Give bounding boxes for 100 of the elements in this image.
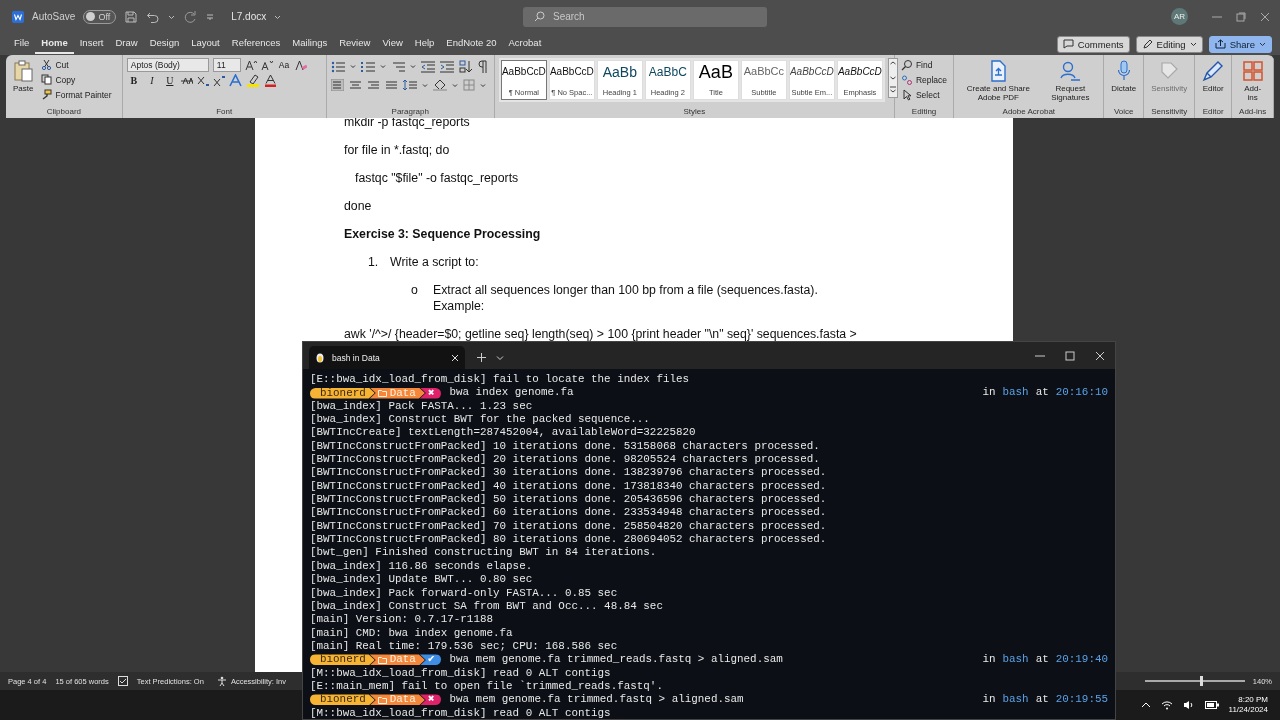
prompt-user: bionerd	[310, 694, 375, 706]
terminal-line: [main] CMD: bwa index genome.fa	[310, 626, 514, 640]
terminal-line: [BWTIncConstructFromPacked] 10 iterations done. 53158068 characters processed.	[310, 439, 821, 454]
terminal-line: [bwa_index] 116.86 seconds elapse.	[310, 559, 534, 574]
font-name-field[interactable]: Aptos (Body)	[126, 58, 209, 72]
group-label: Add-ins	[1238, 107, 1268, 118]
ribbon-tab[interactable]: EndNote 20	[440, 34, 503, 54]
paragraph: for file in *.fastq; do	[344, 142, 451, 158]
ribbon-tab[interactable]: Mailings	[286, 34, 334, 54]
italic-button[interactable]: I	[144, 75, 159, 86]
clock-date[interactable]: 11/24/2024	[1228, 705, 1268, 716]
prompt-directory: Data	[369, 387, 425, 399]
group-label: Paragraph	[390, 107, 430, 118]
clock-time[interactable]: 8:20 PM	[1238, 694, 1268, 705]
prompt-info: 20:19:40	[1055, 653, 1108, 667]
terminal-line: [BWTIncCreate] textLength=287452004, availableWord=32225820	[310, 426, 697, 440]
dictate-button[interactable]: Dictate	[1108, 58, 1140, 107]
terminal-line: [bwa_index] Pack forward-only FASTA... 0.85 sec	[310, 586, 619, 600]
terminal-line: [BWTIncConstructFromPacked] 40 iterations done. 173818340 characters processed.	[310, 479, 828, 494]
prompt-info: in	[982, 693, 996, 707]
select-button[interactable]: Select	[898, 88, 950, 102]
list-marker: o	[411, 282, 419, 299]
prompt-info: in	[982, 653, 996, 667]
prompt-status: ✔	[419, 654, 442, 666]
ribbon-tab[interactable]: Review	[333, 34, 377, 54]
find-button[interactable]: Find	[898, 58, 950, 72]
paragraph: fastqc "$file" -o fastqc_reports	[354, 170, 520, 186]
terminal-command: bwa mem genome.fa trimmed.fastq > aligned.sam	[449, 693, 744, 707]
document-name[interactable]: L7.docx	[231, 11, 267, 22]
list-item: Extract all sequences longer than 100 bp from a file (sequences.fasta). Example:	[433, 282, 819, 314]
prompt-status: ✖	[419, 694, 442, 706]
autosave-toggle[interactable]: Off	[83, 9, 117, 24]
ribbon-tab[interactable]: References	[225, 34, 287, 54]
format-painter-button[interactable]: Format Painter	[39, 88, 114, 101]
group-label: Clipboard	[45, 107, 82, 118]
bold-button[interactable]: B	[126, 75, 141, 86]
ribbon-tab[interactable]: Design	[143, 34, 186, 54]
create-pdf-button[interactable]: Create and Share Adobe PDF	[958, 58, 1039, 107]
user-avatar[interactable]: AR	[1171, 8, 1188, 25]
paragraph: done	[344, 198, 373, 214]
terminal-command: bwa mem genome.fa trimmed_reads.fastq > aligned.sam	[449, 653, 783, 667]
group-label: Sensitivity	[1150, 107, 1189, 118]
group-label: Editing	[910, 107, 938, 118]
paragraph: mkdir -p fastqc_reports	[344, 118, 471, 130]
paste-button[interactable]: Paste	[10, 58, 37, 107]
group-label: Voice	[1112, 107, 1135, 118]
autosave-label: AutoSave	[32, 11, 76, 22]
terminal-line: [E::main_mem] fail to open file `trimmed_reads.fastq'.	[310, 679, 664, 694]
terminal-line: [bwt_gen] Finished constructing BWT in 84 iterations.	[310, 546, 658, 560]
ribbon-tab[interactable]: Acrobat	[502, 34, 548, 54]
terminal-line: [bwa_index] Pack FASTA... 1.23 sec	[310, 399, 534, 414]
prompt-info: 20:16:10	[1055, 386, 1108, 400]
request-signatures-button[interactable]: Request Signatures	[1041, 58, 1100, 107]
prompt-info: bash	[1002, 386, 1029, 400]
ribbon-tab[interactable]: Layout	[185, 34, 226, 54]
ribbon-tab[interactable]: View	[376, 34, 409, 54]
editing-mode-button[interactable]: Editing	[1135, 35, 1203, 53]
replace-button[interactable]: Replace	[898, 73, 950, 87]
ribbon-tab[interactable]: Help	[408, 34, 441, 54]
add-ins-button[interactable]: Add-ins	[1236, 58, 1269, 107]
section-heading: Exercise 3: Sequence Processing	[344, 226, 542, 242]
list-marker: 1.	[368, 254, 380, 270]
prompt-status: ✖	[419, 387, 442, 399]
prompt-info: bash	[1002, 693, 1029, 707]
cut-button[interactable]: Cut	[39, 58, 114, 71]
ribbon-tab[interactable]: Insert	[73, 34, 110, 54]
search-field[interactable]: Search	[523, 6, 767, 27]
prompt-info: 20:19:55	[1055, 693, 1108, 707]
terminal-line: [BWTIncConstructFromPacked] 20 iterations done. 98205524 characters processed.	[310, 453, 821, 467]
change-case-button[interactable]: Aa	[276, 59, 292, 71]
copy-button[interactable]: Copy	[39, 73, 114, 86]
share-button[interactable]: Share	[1208, 35, 1272, 53]
prompt-info: bash	[1002, 653, 1029, 667]
group-label: Adobe Acrobat	[1001, 107, 1057, 118]
font-size-field[interactable]: 11	[212, 58, 241, 72]
group-label: Font	[215, 107, 234, 118]
terminal-line: [BWTIncConstructFromPacked] 60 iterations done. 233534948 characters processed.	[310, 506, 828, 520]
paragraph: awk '/^>/ {header=$0; getline seq} length(seq) > 100 {print header "\n" seq}' sequences.fasta >	[344, 326, 858, 342]
terminal-line: [M::bwa_idx_load_from_disk] read 0 ALT contigs	[310, 666, 612, 680]
terminal-line: [BWTIncConstructFromPacked] 50 iterations done. 205436596 characters processed.	[310, 493, 828, 507]
prompt-user: bionerd	[310, 654, 375, 666]
terminal-command: bwa index genome.fa	[449, 386, 574, 400]
editor-button[interactable]: Editor	[1199, 58, 1228, 107]
terminal-line: [bwa_index] Construct BWT for the packed sequence...	[310, 413, 651, 427]
terminal-line: [M::bwa_idx_load_from_disk] read 0 ALT contigs	[310, 706, 612, 720]
terminal-line: [bwa_index] Construct SA from BWT and Occ... 48.84 sec	[310, 599, 664, 614]
terminal-line: [BWTIncConstructFromPacked] 80 iterations done. 280694052 characters processed.	[310, 533, 828, 547]
ribbon-tab[interactable]: File	[8, 34, 36, 54]
comments-button[interactable]: Comments	[1056, 35, 1130, 53]
terminal-tab[interactable]: bash in Data	[309, 346, 465, 369]
terminal-line: [main] Real time: 179.536 sec; CPU: 168.586 sec	[310, 639, 619, 654]
underline-button[interactable]: U	[162, 75, 177, 86]
prompt-user: bionerd	[310, 387, 375, 399]
ribbon-tab[interactable]: Draw	[109, 34, 144, 54]
prompt-info: at	[1035, 386, 1049, 400]
prompt-info: in	[982, 386, 996, 400]
group-label: Styles	[682, 107, 707, 118]
terminal-line: [BWTIncConstructFromPacked] 70 iterations done. 258504820 characters processed.	[310, 519, 828, 534]
prompt-directory: Data	[369, 694, 425, 706]
group-label: Editor	[1201, 107, 1225, 118]
